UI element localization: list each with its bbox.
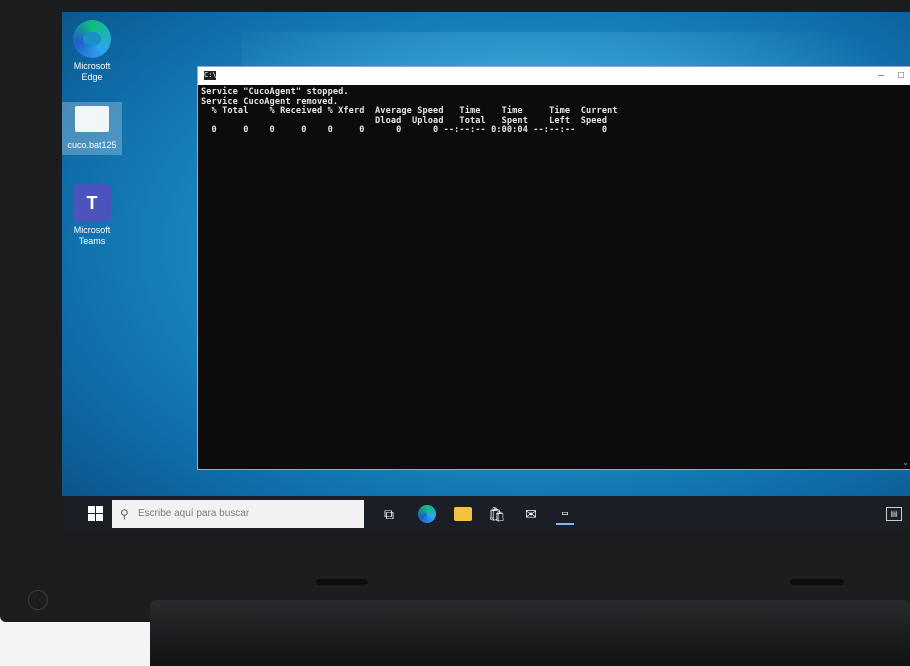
taskbar: ⚲ Escribe aquí para buscar ⧉ 🛍 ✉ ▭ ▤ bbox=[62, 496, 910, 532]
task-view-icon[interactable]: ⧉ bbox=[380, 505, 398, 523]
console-line: 0 0 0 0 0 0 0 0 --:--:-- 0:00:04 --:--:-… bbox=[201, 125, 608, 136]
file-explorer-icon[interactable] bbox=[454, 507, 472, 521]
hinge-foot-left bbox=[316, 579, 368, 585]
desktop-icon-label: cuco.bat125 bbox=[67, 140, 117, 150]
console-line: Service "CucoAgent" stopped. bbox=[201, 87, 349, 97]
console-output: Service "CucoAgent" stopped. Service Cuc… bbox=[198, 85, 910, 136]
console-window[interactable]: C:\ – □ Service "CucoAgent" stopped. Ser… bbox=[197, 66, 910, 470]
desktop-icon-teams[interactable]: T Microsoft Teams bbox=[62, 184, 122, 247]
notification-icon[interactable]: ▤ bbox=[886, 507, 902, 521]
teams-icon: T bbox=[73, 184, 111, 222]
laptop-bezel: Microsoft Edge cuco.bat125 T Microsoft T… bbox=[0, 0, 910, 622]
desktop-icon-cuco-bat[interactable]: cuco.bat125 bbox=[62, 102, 122, 155]
search-icon: ⚲ bbox=[120, 507, 129, 521]
cmd-icon: C:\ bbox=[204, 71, 217, 80]
power-indicator bbox=[28, 590, 48, 610]
minimize-button[interactable]: – bbox=[873, 69, 889, 82]
desktop-icon-label: Microsoft Teams bbox=[73, 225, 111, 246]
desktop-screen: Microsoft Edge cuco.bat125 T Microsoft T… bbox=[62, 12, 910, 532]
desktop-icon-label: Microsoft Edge bbox=[73, 61, 111, 82]
store-icon[interactable]: 🛍 bbox=[488, 505, 506, 523]
console-line: % Total % Received % Xferd Average Speed… bbox=[201, 106, 618, 117]
start-button[interactable] bbox=[88, 506, 104, 522]
scroll-down-arrow[interactable]: ⌄ bbox=[902, 458, 909, 467]
laptop-hinge bbox=[150, 600, 910, 666]
maximize-button[interactable]: □ bbox=[893, 69, 909, 82]
edge-icon bbox=[73, 20, 111, 58]
search-box[interactable]: ⚲ Escribe aquí para buscar bbox=[112, 500, 364, 528]
search-placeholder: Escribe aquí para buscar bbox=[138, 508, 250, 519]
desktop-icon-edge[interactable]: Microsoft Edge bbox=[62, 20, 122, 83]
edge-icon[interactable] bbox=[418, 505, 436, 523]
console-line: Dload Upload Total Spent Left Speed bbox=[201, 115, 608, 126]
mail-icon[interactable]: ✉ bbox=[522, 505, 540, 523]
terminal-icon[interactable]: ▭ bbox=[556, 505, 574, 525]
hinge-foot-right bbox=[790, 579, 844, 585]
console-titlebar[interactable]: C:\ – □ bbox=[198, 67, 910, 85]
file-icon bbox=[75, 106, 109, 132]
